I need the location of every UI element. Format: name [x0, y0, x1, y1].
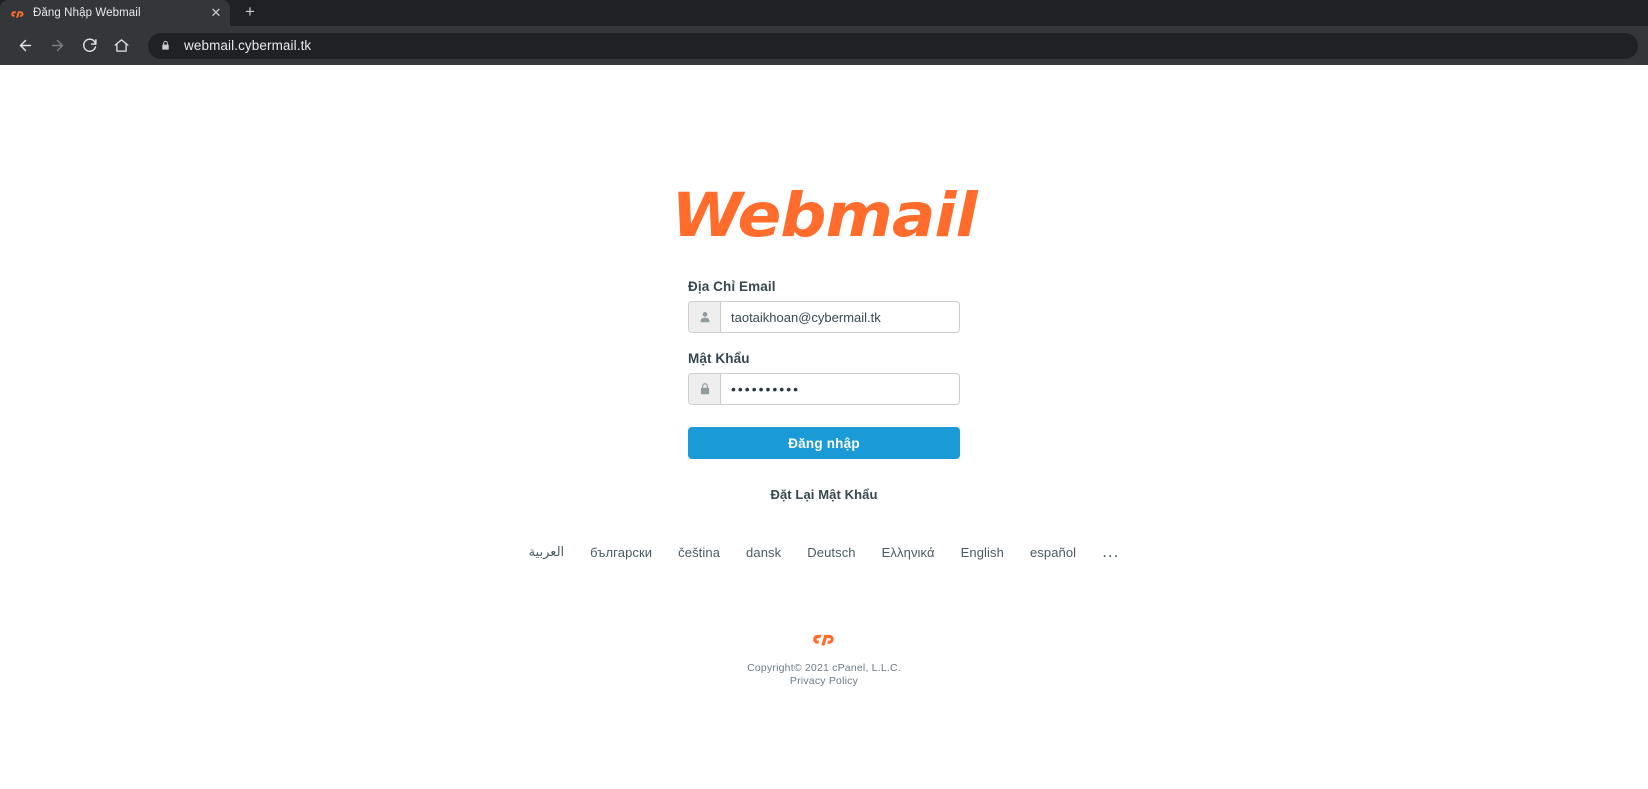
password-label: Mật Khẩu [688, 351, 750, 366]
tab-title: Đăng Nhập Webmail [33, 7, 141, 19]
tab-close-icon[interactable]: ✕ [208, 5, 224, 21]
login-form: Địa Chỉ Email Mật Khẩu [688, 279, 960, 502]
cpanel-logo-icon [811, 632, 837, 653]
cpanel-favicon-icon [10, 6, 25, 21]
language-item-es[interactable]: español [1030, 545, 1076, 560]
forward-button[interactable] [42, 31, 72, 61]
language-list: العربية български čeština dansk Deutsch … [474, 543, 1174, 560]
tab-strip: Đăng Nhập Webmail ✕ + [0, 0, 1648, 26]
email-input-group[interactable] [688, 301, 960, 333]
page-viewport: Webmail Địa Chỉ Email Mật Khẩu [0, 65, 1648, 789]
copyright-text: Copyright© 2021 cPanel, L.L.C. [747, 662, 901, 674]
new-tab-button[interactable]: + [236, 0, 264, 26]
back-button[interactable] [10, 31, 40, 61]
browser-toolbar: webmail.cybermail.tk [0, 26, 1648, 65]
language-item-el[interactable]: Ελληνικά [882, 545, 935, 560]
language-item-ar[interactable]: العربية [529, 544, 565, 560]
language-item-en[interactable]: English [961, 545, 1004, 560]
password-input[interactable] [721, 374, 959, 404]
email-input[interactable] [721, 302, 959, 332]
reload-button[interactable] [74, 31, 104, 61]
home-button[interactable] [106, 31, 136, 61]
language-item-de[interactable]: Deutsch [807, 545, 855, 560]
webmail-login-page: Webmail Địa Chỉ Email Mật Khẩu [0, 65, 1648, 688]
webmail-logo-text: Webmail [671, 179, 977, 251]
language-more-button[interactable]: ... [1102, 543, 1119, 560]
login-button[interactable]: Đăng nhập [688, 427, 960, 459]
language-item-da[interactable]: dansk [746, 545, 781, 560]
language-item-bg[interactable]: български [590, 545, 652, 560]
page-footer: Copyright© 2021 cPanel, L.L.C. Privacy P… [747, 632, 901, 688]
reset-password-link[interactable]: Đặt Lại Mật Khẩu [688, 487, 960, 502]
password-input-group[interactable] [688, 373, 960, 405]
privacy-policy-link[interactable]: Privacy Policy [790, 675, 858, 688]
webmail-logo: Webmail [671, 177, 977, 253]
url-text: webmail.cybermail.tk [184, 38, 312, 53]
browser-window: Đăng Nhập Webmail ✕ + webmail.cybermail.… [0, 0, 1648, 789]
address-bar[interactable]: webmail.cybermail.tk [148, 32, 1638, 59]
email-label: Địa Chỉ Email [688, 279, 776, 294]
lock-icon [160, 40, 172, 51]
language-item-cs[interactable]: čeština [678, 545, 720, 560]
browser-tab[interactable]: Đăng Nhập Webmail ✕ [0, 0, 230, 26]
lock-icon [689, 374, 721, 404]
user-icon [689, 302, 721, 332]
